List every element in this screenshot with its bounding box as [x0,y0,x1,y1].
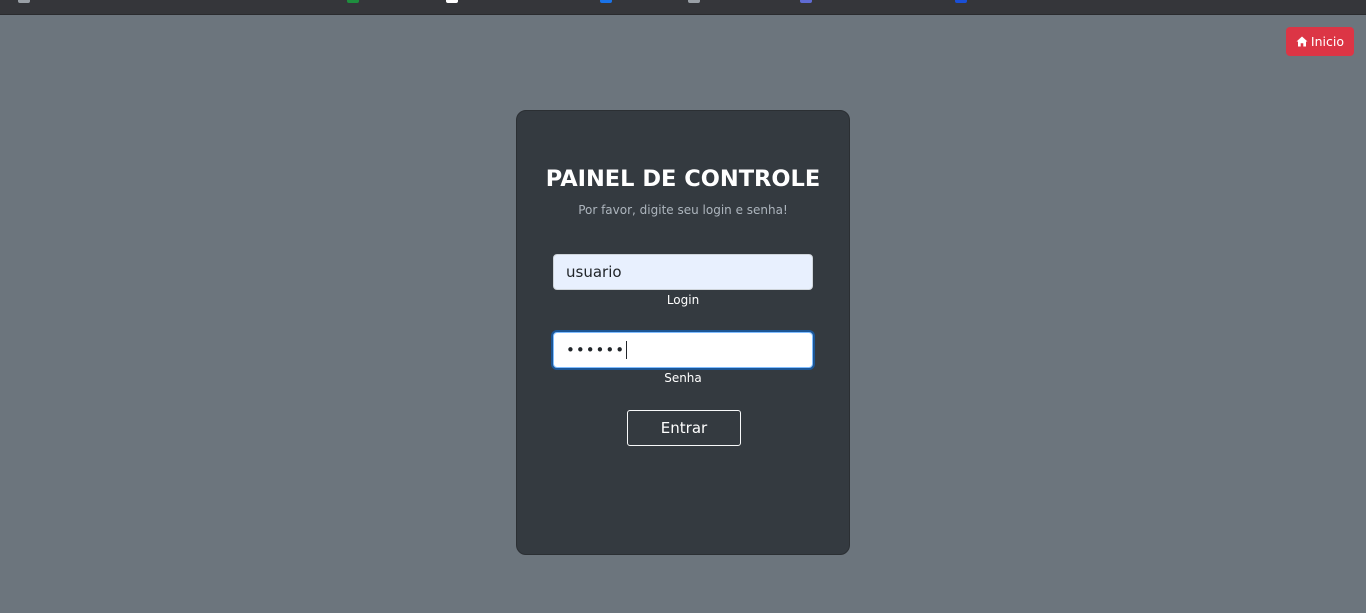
bookmark-favicon[interactable] [688,0,700,3]
bookmark-favicon[interactable] [18,0,30,3]
password-field-label: Senha [664,371,702,385]
text-caret [626,341,628,359]
login-field-value: usuario [566,263,622,281]
login-card: PAINEL DE CONTROLE Por favor, digite seu… [516,110,850,555]
home-button[interactable]: Inicio [1285,27,1354,56]
login-instructions: Por favor, digite seu login e senha! [578,203,788,217]
bookmark-favicon[interactable] [955,0,967,3]
login-field[interactable]: usuario [553,254,813,290]
login-field-label: Login [666,293,700,307]
browser-bookmarks-strip [0,0,1366,15]
password-field-value: •••••• [566,341,626,359]
login-submit-button[interactable]: Entrar [627,410,741,446]
bookmark-favicon[interactable] [446,0,458,3]
bookmark-favicon[interactable] [800,0,812,3]
password-field[interactable]: •••••• [553,332,813,368]
page-title: PAINEL DE CONTROLE [545,166,821,192]
home-button-label: Inicio [1310,34,1344,49]
bookmark-favicon[interactable] [600,0,612,3]
bookmark-favicon[interactable] [347,0,359,3]
house-icon [1296,36,1308,47]
